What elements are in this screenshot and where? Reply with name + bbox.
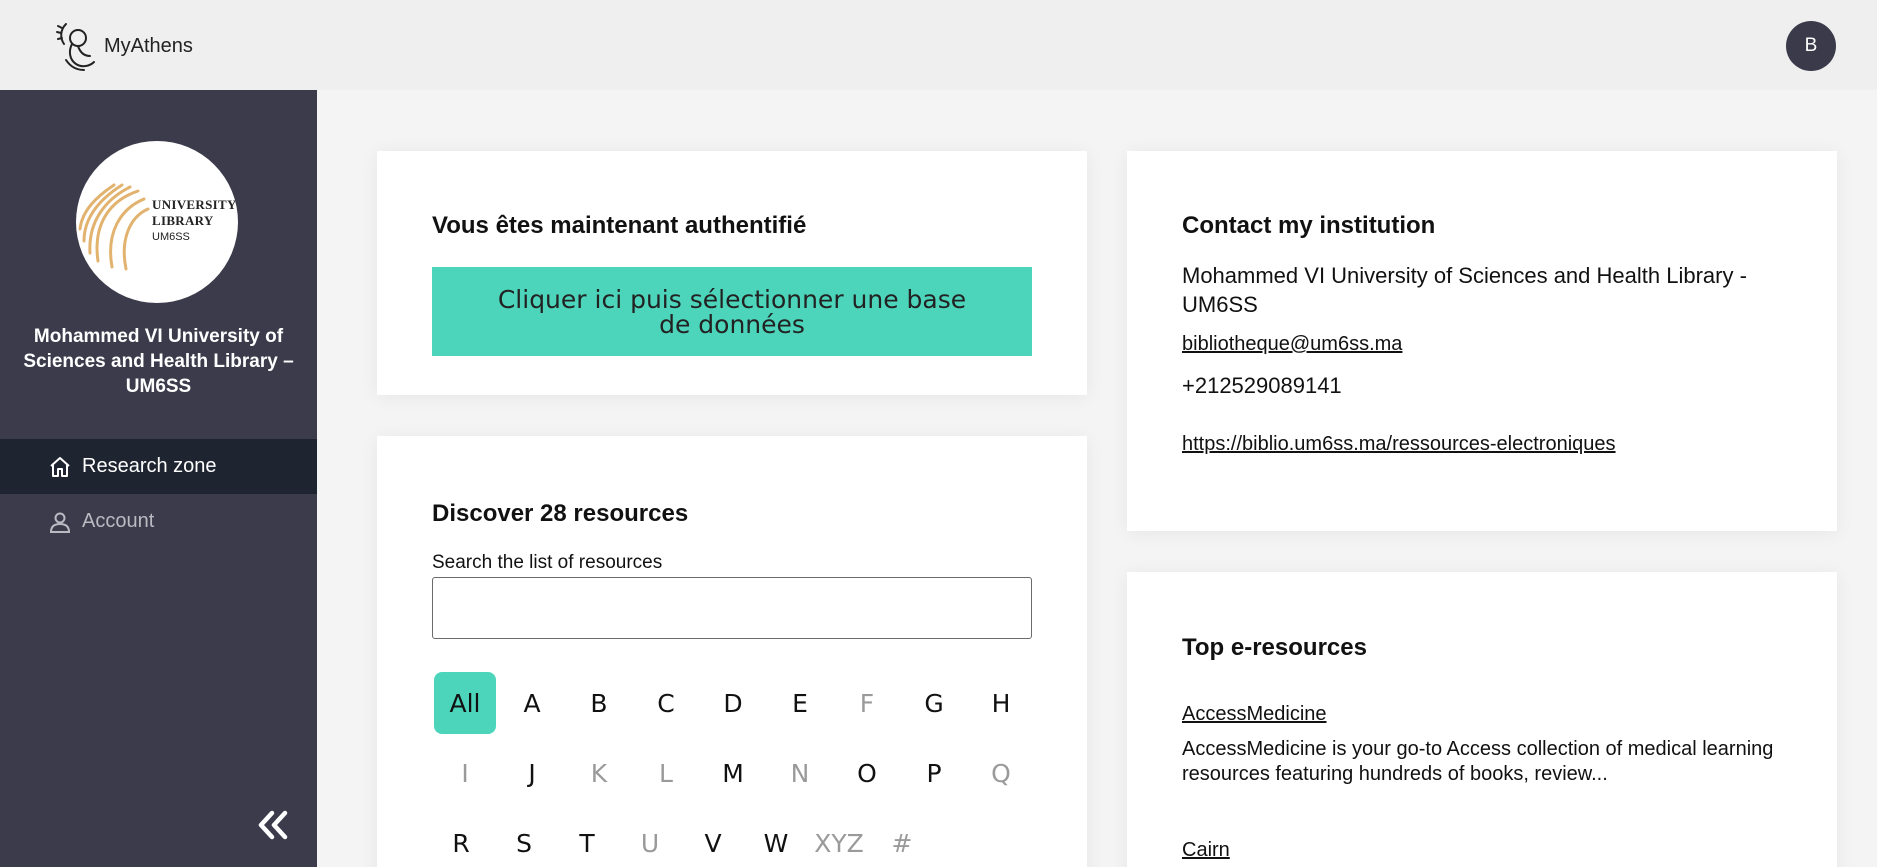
letter-filter-b[interactable]: B xyxy=(568,672,630,734)
resource-link-cairn[interactable]: Cairn xyxy=(1182,839,1230,862)
main-content: Vous êtes maintenant authentifié Cliquer… xyxy=(317,90,1877,867)
letter-filter-n: N xyxy=(790,758,810,788)
letter-filter-hash: # xyxy=(891,828,913,858)
letter-filter-m[interactable]: M xyxy=(702,742,764,804)
contact-phone: +212529089141 xyxy=(1182,373,1342,398)
letter-filter-p[interactable]: P xyxy=(903,742,965,804)
institution-name: Mohammed VI University of Sciences and H… xyxy=(23,326,294,397)
contact-card: Contact my institution Mohammed VI Unive… xyxy=(1127,151,1837,531)
resources-card: Discover 28 resources Search the list of… xyxy=(377,436,1087,867)
wheat-logo-icon xyxy=(78,183,150,271)
brand[interactable]: MyAthens xyxy=(54,20,193,72)
top-resources-title: Top e-resources xyxy=(1182,634,1367,661)
sidebar: UNIVERSITY LIBRARY UM6SS Mohammed VI Uni… xyxy=(0,90,317,867)
logo-line-1: UNIVERSITY xyxy=(152,197,237,212)
letter-filter-w[interactable]: W xyxy=(745,812,807,867)
home-icon xyxy=(50,456,70,477)
nav-research-zone[interactable]: Research zone xyxy=(0,439,317,494)
resource-link-accessmedicine[interactable]: AccessMedicine xyxy=(1182,703,1327,726)
user-icon xyxy=(49,512,71,533)
letter-filter-a[interactable]: A xyxy=(501,672,563,734)
letter-filter-f: F xyxy=(859,688,875,718)
letter-filter-l: L xyxy=(659,758,673,788)
auth-card: Vous êtes maintenant authentifié Cliquer… xyxy=(377,151,1087,395)
institution-logo: UNIVERSITY LIBRARY UM6SS xyxy=(76,141,238,303)
top-header: MyAthens B xyxy=(0,0,1877,90)
letter-filter-k: K xyxy=(590,758,608,788)
nav-label: Research zone xyxy=(82,455,217,477)
letter-filter-v[interactable]: V xyxy=(682,812,744,867)
logo-line-2: LIBRARY xyxy=(152,213,214,228)
letter-filter-g[interactable]: G xyxy=(903,672,965,734)
letter-filter-d[interactable]: D xyxy=(702,672,764,734)
logo-wordmark: UNIVERSITY LIBRARY UM6SS xyxy=(152,197,237,245)
athena-logo-icon xyxy=(56,23,95,71)
contact-title: Contact my institution xyxy=(1182,212,1436,239)
contact-institution-name: Mohammed VI University of Sciences and H… xyxy=(1182,263,1747,317)
letter-filter-c[interactable]: C xyxy=(635,672,697,734)
user-avatar[interactable]: B xyxy=(1786,21,1836,71)
letter-filter-t[interactable]: T xyxy=(556,812,618,867)
search-resources-input[interactable] xyxy=(432,577,1032,639)
letter-filter-u: U xyxy=(640,828,660,858)
letter-filter-e[interactable]: E xyxy=(769,672,831,734)
collapse-sidebar-icon[interactable] xyxy=(256,808,290,842)
letter-filter-o[interactable]: O xyxy=(836,742,898,804)
letter-filter-j[interactable]: J xyxy=(501,742,563,804)
resource-description: AccessMedicine is your go-to Access coll… xyxy=(1182,738,1774,785)
auth-title: Vous êtes maintenant authentifié xyxy=(432,212,807,239)
select-database-button[interactable]: Cliquer ici puis sélectionner une base d… xyxy=(432,267,1032,356)
nav-account[interactable]: Account xyxy=(0,494,317,549)
avatar-initial: B xyxy=(1804,35,1818,56)
letter-filter-h[interactable]: H xyxy=(970,672,1032,734)
contact-email-link[interactable]: bibliotheque@um6ss.ma xyxy=(1182,333,1402,356)
nav-label: Account xyxy=(82,510,155,532)
logo-line-3: UM6SS xyxy=(152,231,190,243)
letter-filter-xyz: XYZ xyxy=(814,828,864,858)
letter-filter-r[interactable]: R xyxy=(430,812,492,867)
search-label: Search the list of resources xyxy=(432,552,663,573)
letter-filter-q: Q xyxy=(991,758,1011,788)
button-label: Cliquer ici puis sélectionner une base d… xyxy=(497,284,967,339)
letter-filter-all[interactable]: All xyxy=(434,672,496,734)
contact-website-link[interactable]: https://biblio.um6ss.ma/ressources-elect… xyxy=(1182,433,1616,456)
top-resources-card: Top e-resources AccessMedicine AccessMed… xyxy=(1127,572,1837,867)
resources-title: Discover 28 resources xyxy=(432,500,689,527)
letter-filter-i: I xyxy=(461,758,469,788)
brand-name: MyAthens xyxy=(104,34,193,57)
letter-filter-s[interactable]: S xyxy=(493,812,555,867)
